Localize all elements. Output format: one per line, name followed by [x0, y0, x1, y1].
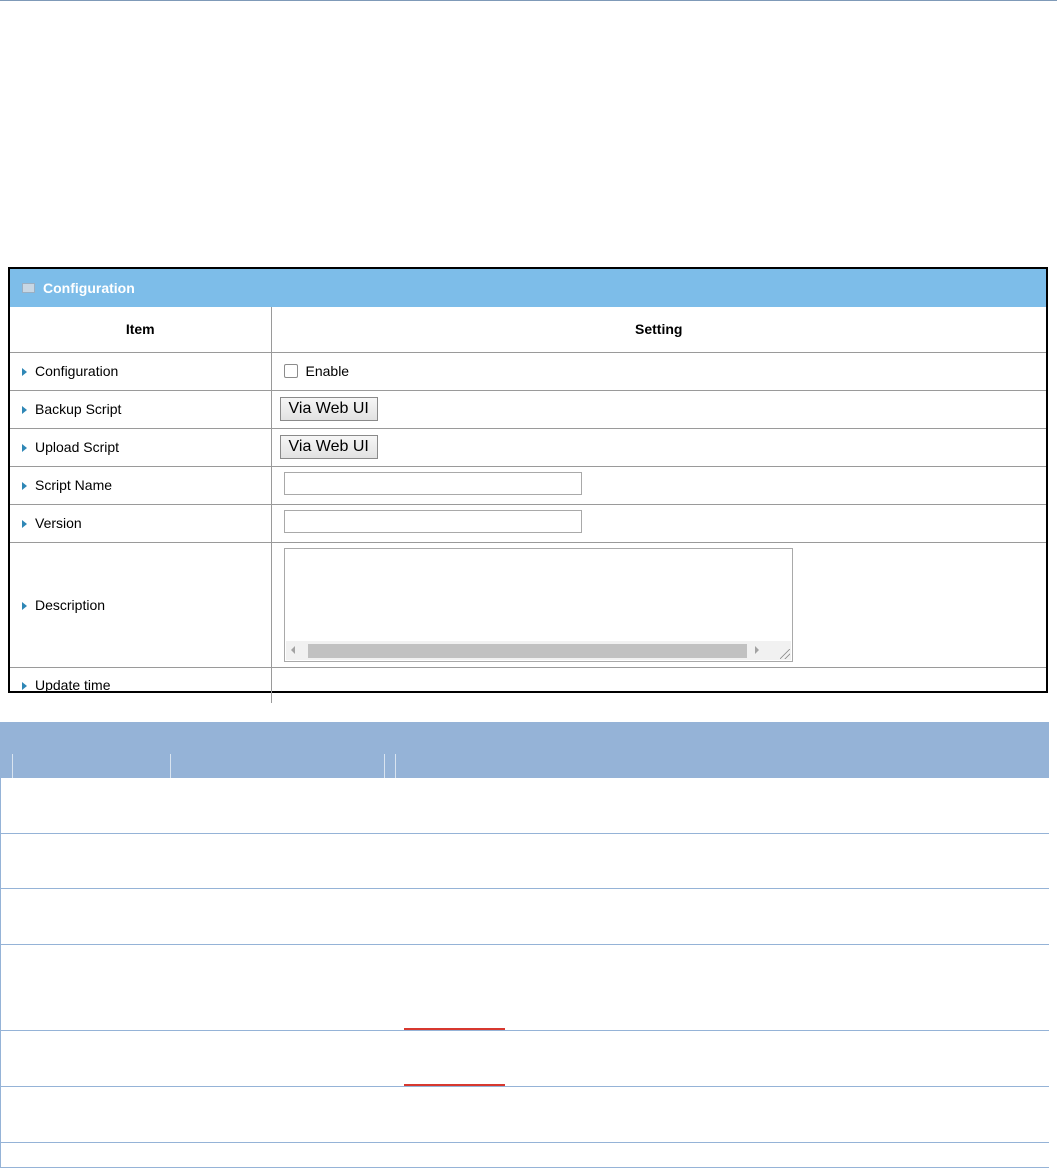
lower-table-header	[0, 722, 1049, 778]
table-header-row: Item Setting	[10, 307, 1046, 353]
resize-grip-icon[interactable]	[779, 648, 790, 659]
table-row	[0, 1031, 1049, 1087]
row-backup-script: Backup Script Via Web UI	[10, 390, 1046, 429]
top-rule	[0, 0, 1057, 1]
scroll-left-icon[interactable]	[290, 645, 295, 654]
accent-underline	[404, 1084, 505, 1086]
configuration-table: Item Setting Configuration Enable Backup…	[10, 307, 1046, 703]
label-version: Version	[35, 515, 82, 531]
arrow-icon	[22, 406, 27, 414]
arrow-icon	[22, 482, 27, 490]
enable-label: Enable	[305, 362, 350, 379]
column-divider	[395, 754, 396, 778]
scrollbar-thumb[interactable]	[307, 643, 747, 658]
table-row	[0, 1143, 1049, 1168]
arrow-icon	[22, 682, 27, 691]
backup-via-web-ui-button[interactable]: Via Web UI	[279, 397, 378, 421]
table-row	[0, 889, 1049, 945]
label-upload-script: Upload Script	[35, 439, 120, 455]
update-time-value	[271, 667, 1046, 703]
label-configuration: Configuration	[35, 363, 119, 379]
panel-icon	[22, 283, 35, 294]
table-row	[0, 834, 1049, 889]
row-description: Description	[10, 542, 1046, 668]
column-divider	[384, 754, 385, 778]
enable-checkbox[interactable]	[283, 364, 298, 379]
label-description: Description	[35, 596, 106, 613]
column-header-setting: Setting	[271, 307, 1046, 353]
panel-title: Configuration	[43, 280, 135, 296]
label-update-time: Update time	[35, 677, 111, 694]
scroll-right-icon[interactable]	[754, 645, 759, 654]
column-divider	[12, 754, 13, 778]
configuration-panel: Configuration Item Setting Configuration…	[8, 267, 1048, 703]
version-input[interactable]	[283, 510, 582, 533]
arrow-icon	[22, 444, 27, 452]
upload-via-web-ui-button[interactable]: Via Web UI	[279, 435, 378, 459]
row-script-name: Script Name	[10, 466, 1046, 505]
label-script-name: Script Name	[35, 477, 113, 493]
row-update-time: Update time	[10, 667, 1046, 703]
row-configuration: Configuration Enable	[10, 352, 1046, 391]
arrow-icon	[22, 601, 27, 610]
arrow-icon	[22, 368, 27, 376]
script-name-input[interactable]	[283, 472, 582, 495]
table-row	[0, 945, 1049, 1031]
accent-underline	[404, 1028, 505, 1030]
row-version: Version	[10, 504, 1046, 543]
description-textarea[interactable]	[283, 547, 793, 662]
table-row	[0, 1087, 1049, 1143]
table-row	[0, 778, 1049, 834]
arrow-icon	[22, 520, 27, 528]
row-upload-script: Upload Script Via Web UI	[10, 428, 1046, 467]
column-divider	[170, 754, 171, 778]
lower-table	[0, 722, 1049, 1168]
column-header-item: Item	[10, 307, 272, 353]
horizontal-scrollbar[interactable]	[285, 640, 791, 660]
panel-header: Configuration	[10, 269, 1046, 307]
label-backup-script: Backup Script	[35, 401, 122, 417]
